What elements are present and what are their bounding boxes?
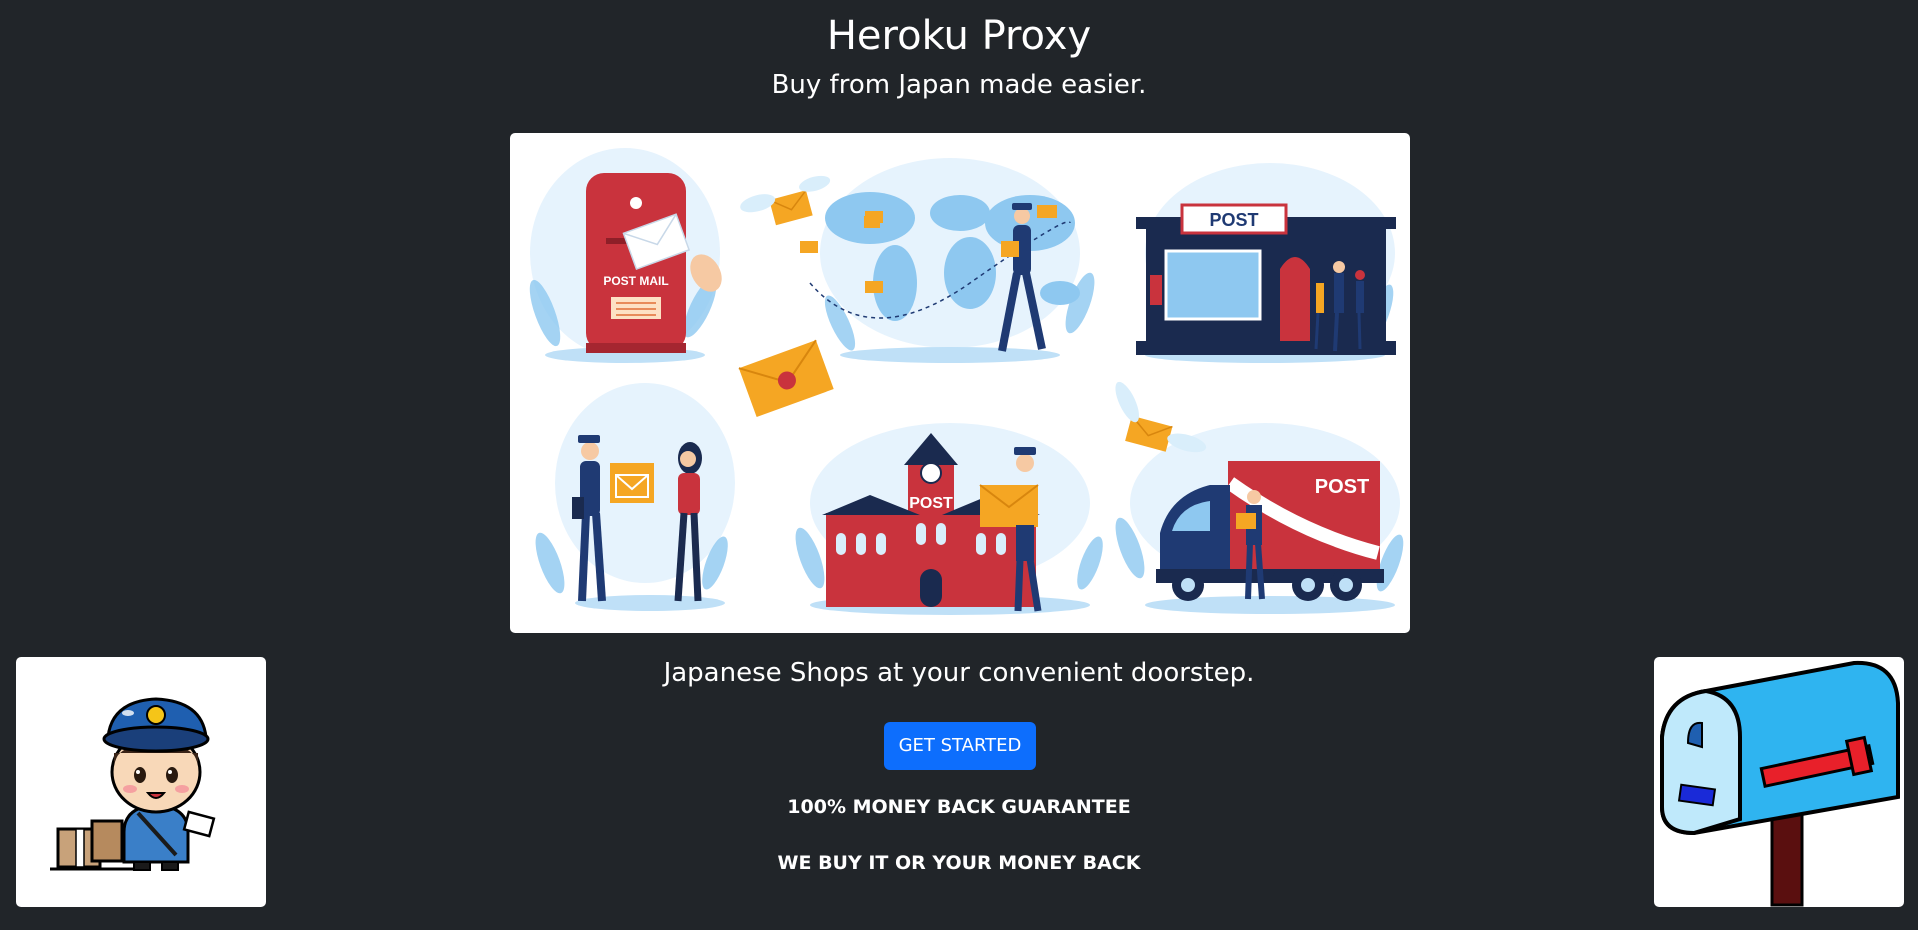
postal-service-illustration: POST MAIL POST POST POST	[529, 148, 1404, 615]
mail-carrier-mascot-card	[16, 657, 266, 907]
get-started-button[interactable]: GET STARTED	[884, 722, 1036, 770]
tagline: Japanese Shops at your convenient doorst…	[663, 658, 1255, 688]
post-building-sign: POST	[909, 495, 953, 512]
landing-page: Heroku Proxy Buy from Japan made easier.	[0, 0, 1918, 930]
post-truck-sign: POST	[1315, 476, 1369, 498]
buy-or-money-back: WE BUY IT OR YOUR MONEY BACK	[777, 852, 1141, 874]
post-office-sign: POST	[1209, 210, 1258, 230]
page-subtitle: Buy from Japan made easier.	[771, 70, 1147, 100]
money-back-guarantee: 100% MONEY BACK GUARANTEE	[787, 796, 1131, 818]
hero-illustration: POST MAIL POST POST POST	[510, 133, 1410, 633]
blue-mailbox-card	[1654, 657, 1904, 907]
mailbox-label: POST MAIL	[603, 274, 668, 288]
mail-carrier-mascot	[50, 697, 216, 871]
blue-mailbox	[1660, 660, 1900, 907]
page-title: Heroku Proxy	[826, 13, 1092, 59]
